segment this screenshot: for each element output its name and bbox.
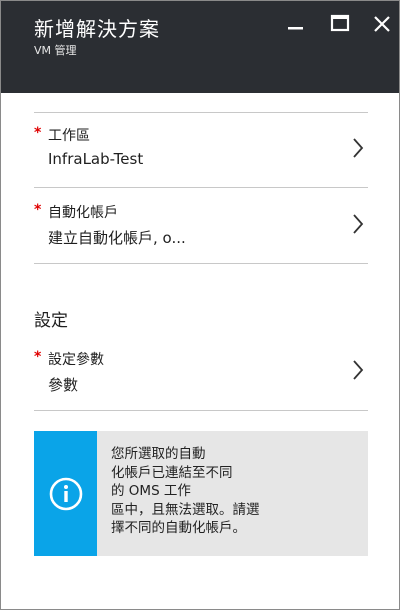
blade: 新增解決方案 VM 管理 * 工作區 InfraLab-Test * 自動化帳戶… <box>0 0 400 610</box>
automation-account-selector[interactable]: * 自動化帳戶 建立自動化帳戶, o... <box>1 191 399 261</box>
required-marker: * <box>34 349 42 365</box>
chevron-right-icon <box>353 214 364 234</box>
maximize-icon <box>330 14 350 32</box>
chevron-right-icon <box>353 360 364 380</box>
info-accent-bar <box>34 431 97 556</box>
required-marker: * <box>34 125 42 141</box>
required-marker: * <box>34 202 42 218</box>
close-button[interactable] <box>369 11 395 37</box>
settings-section-title: 設定 <box>34 311 68 331</box>
blade-subtitle: VM 管理 <box>34 44 77 57</box>
automation-account-label: 自動化帳戶 <box>48 205 118 221</box>
config-parameters-value: 參數 <box>48 376 79 394</box>
blade-title: 新增解決方案 <box>34 17 160 41</box>
info-icon <box>49 477 83 511</box>
config-parameters-selector[interactable]: * 設定參數 參數 <box>1 338 399 408</box>
close-icon <box>374 16 390 32</box>
workspace-label: 工作區 <box>48 128 90 144</box>
divider <box>34 410 368 411</box>
divider <box>34 187 368 188</box>
chevron-right-icon <box>353 138 364 158</box>
divider <box>34 263 368 264</box>
config-parameters-label: 設定參數 <box>48 352 104 368</box>
minimize-icon <box>288 27 303 30</box>
maximize-button[interactable] <box>327 11 353 37</box>
workspace-selector[interactable]: * 工作區 InfraLab-Test <box>1 114 399 184</box>
blade-header: 新增解決方案 VM 管理 <box>1 1 399 93</box>
automation-account-value: 建立自動化帳戶, o... <box>48 229 186 247</box>
info-message-text: 您所選取的自動 化帳戶已連結至不同 的 OMS 工作 區中，且無法選取。請選 擇… <box>111 446 260 536</box>
workspace-value: InfraLab-Test <box>48 150 144 168</box>
info-message-box: 您所選取的自動 化帳戶已連結至不同 的 OMS 工作 區中，且無法選取。請選 擇… <box>34 431 368 556</box>
minimize-button[interactable] <box>283 11 309 37</box>
divider <box>34 112 368 113</box>
